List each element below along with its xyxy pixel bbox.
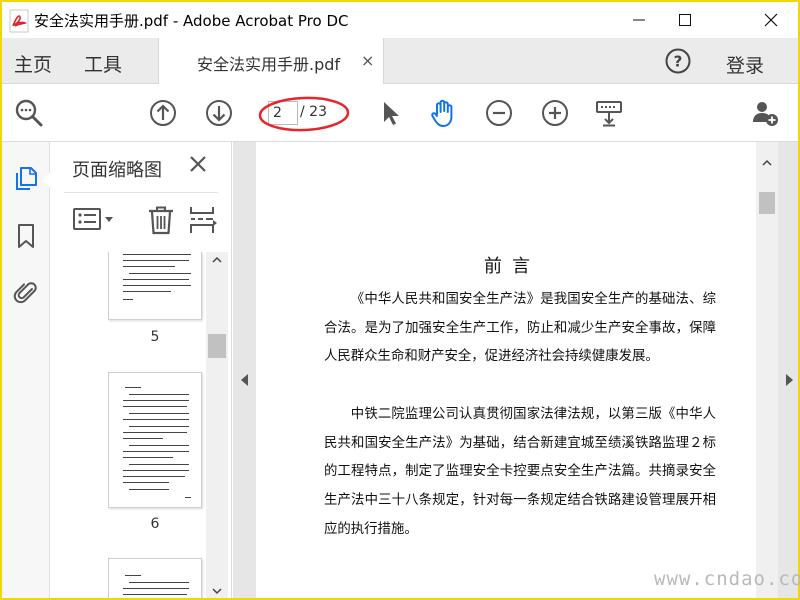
highlight-ellipse <box>258 96 350 132</box>
menu-tools[interactable]: 工具 <box>84 50 122 77</box>
acrobat-app-icon <box>9 9 29 33</box>
close-icon <box>764 13 778 27</box>
toolbar: / 23 <box>2 84 798 142</box>
close-window-button[interactable] <box>748 2 794 38</box>
scroll-up-icon[interactable] <box>761 158 773 168</box>
page-thumbnails-icon[interactable] <box>12 164 40 192</box>
document-scrollbar-thumb[interactable] <box>759 192 775 214</box>
scroll-mode-icon[interactable] <box>594 98 624 128</box>
document-viewport: 前言 《中华人民共和国安全生产法》是我国安全生产的基础法、综合法。是为了加强安全… <box>233 142 798 598</box>
zoom-in-icon[interactable] <box>540 98 570 128</box>
bookmarks-icon[interactable] <box>12 222 40 250</box>
minimize-icon <box>633 19 645 21</box>
search-zoom-icon[interactable] <box>14 98 44 128</box>
acrobat-window: 安全法实用手册.pdf - Adobe Acrobat Pro DC 主页 工具… <box>2 2 798 598</box>
title-bar: 安全法实用手册.pdf - Adobe Acrobat Pro DC <box>2 2 798 38</box>
thumbnail-list: 5 6 <box>50 252 208 598</box>
menu-bar: 主页 工具 安全法实用手册.pdf × ? 登录 <box>2 38 798 84</box>
document-paragraph: 《中华人民共和国安全生产法》是我国安全生产的基础法、综合法。是为了加强安全生产工… <box>324 292 716 365</box>
thumbnail-page-5[interactable] <box>108 252 202 320</box>
login-button[interactable]: 登录 <box>726 51 764 78</box>
watermark: www.cndao.com <box>654 568 800 590</box>
document-heading: 前言 <box>484 256 540 277</box>
document-tab-close-icon[interactable]: × <box>361 51 374 70</box>
share-user-icon[interactable] <box>750 98 780 128</box>
document-tab[interactable]: 安全法实用手册.pdf × <box>158 38 384 84</box>
window-title: 安全法实用手册.pdf - Adobe Acrobat Pro DC <box>34 12 349 30</box>
options-menu-icon[interactable] <box>72 204 118 236</box>
thumbnail-page-6[interactable] <box>108 372 202 508</box>
minimize-button[interactable] <box>616 2 662 38</box>
svg-text:?: ? <box>674 53 683 71</box>
panel-divider <box>64 192 218 193</box>
select-cursor-icon[interactable] <box>376 98 406 128</box>
collapse-left-panel-icon[interactable] <box>241 374 248 386</box>
thumbnail-page-number: 5 <box>150 329 160 345</box>
attachments-icon[interactable] <box>12 278 40 306</box>
next-page-icon[interactable] <box>204 98 234 128</box>
maximize-button[interactable] <box>662 2 708 38</box>
delete-page-icon[interactable] <box>146 204 176 236</box>
thumbnail-page-7[interactable] <box>108 558 202 598</box>
thumbnail-page-number: 6 <box>150 516 160 532</box>
collapse-right-panel-icon[interactable] <box>786 374 793 386</box>
panel-close-icon[interactable] <box>188 154 208 174</box>
document-scrollbar[interactable] <box>756 142 778 598</box>
pdf-page: 前言 《中华人民共和国安全生产法》是我国安全生产的基础法、综合法。是为了加强安全… <box>256 142 758 598</box>
document-paragraph: 中铁二院监理公司认真贯彻国家法律法规，以第三版《中华人民共和国安全生产法》为基础… <box>324 407 716 537</box>
maximize-icon <box>679 14 691 26</box>
rail-active-pointer <box>42 172 50 188</box>
panel-title: 页面缩略图 <box>72 160 162 181</box>
page-thumbnails-panel: 页面缩略图 5 6 <box>50 142 232 598</box>
zoom-out-icon[interactable] <box>484 98 514 128</box>
menu-home[interactable]: 主页 <box>14 50 52 77</box>
thumbnail-scrollbar-thumb[interactable] <box>208 334 226 358</box>
insert-page-icon[interactable] <box>188 204 218 236</box>
left-nav-rail <box>2 142 50 598</box>
document-tab-label: 安全法实用手册.pdf <box>197 55 341 74</box>
thumbnail-scrollbar[interactable] <box>206 252 228 598</box>
prev-page-icon[interactable] <box>148 98 178 128</box>
scroll-down-icon[interactable] <box>211 586 223 596</box>
hand-tool-icon[interactable] <box>428 98 458 128</box>
help-icon[interactable]: ? <box>664 47 692 75</box>
scroll-up-icon[interactable] <box>211 255 223 265</box>
